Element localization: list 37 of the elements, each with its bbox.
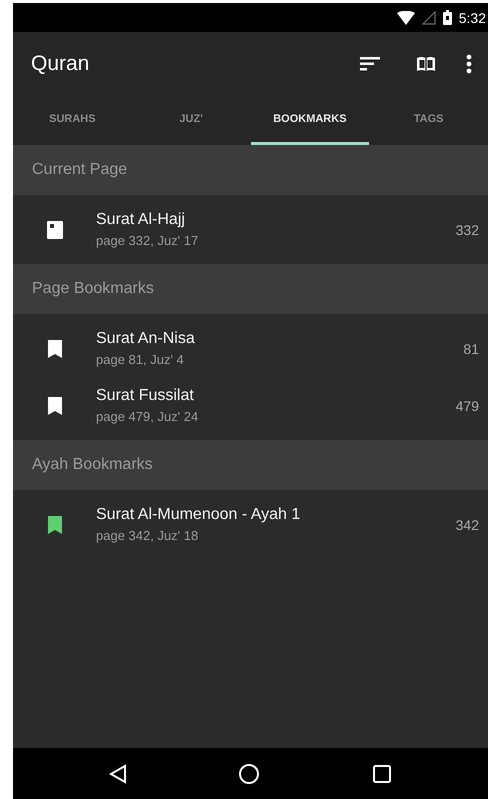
signal-icon (422, 10, 436, 24)
bookmark-item[interactable]: Surat An-Nisa page 81, Juz' 4 81 (13, 320, 488, 377)
page-info: page 332, Juz' 17 (96, 233, 200, 248)
sort-icon[interactable] (360, 56, 380, 70)
surah-name: Surat Al-Mumenoon - Ayah 1 (96, 506, 302, 524)
app-title: Quran (31, 52, 90, 76)
page-info: page 342, Juz' 18 (96, 528, 200, 543)
battery-icon (442, 10, 452, 25)
tab[interactable]: SURAHS (13, 95, 132, 145)
page-number: 342 (456, 516, 479, 532)
tab[interactable]: TAGS (369, 95, 488, 145)
bookmark-icon (47, 340, 63, 358)
page-icon (47, 220, 63, 238)
recents-icon[interactable] (372, 764, 392, 784)
surah-name: Surat Fussilat (96, 387, 195, 405)
bookmark-icon (47, 516, 63, 534)
section-header: Page Bookmarks (13, 264, 488, 314)
page-number: 479 (456, 398, 479, 414)
section-header: Current Page (13, 145, 488, 195)
home-icon[interactable] (238, 762, 260, 784)
page-info: page 479, Juz' 24 (96, 409, 200, 424)
section-header: Ayah Bookmarks (13, 440, 488, 490)
wifi-icon (396, 10, 415, 24)
tab[interactable]: JUZ' (132, 95, 250, 145)
page-number: 332 (456, 222, 479, 238)
surah-name: Surat Al-Hajj (96, 211, 186, 229)
book-icon[interactable] (416, 56, 436, 72)
bookmark-item[interactable]: Surat Fussilat page 479, Juz' 24 479 (13, 377, 488, 434)
back-icon[interactable] (108, 764, 127, 784)
page-number: 81 (463, 340, 479, 356)
bookmark-item[interactable]: Surat Al-Mumenoon - Ayah 1 page 342, Juz' 18 342 (13, 496, 488, 553)
surah-name: Surat An-Nisa (96, 330, 196, 348)
clock-time: 5:32 (458, 10, 486, 26)
page-info: page 81, Juz' 4 (96, 352, 185, 367)
bookmark-icon (47, 396, 63, 414)
bookmark-item[interactable]: Surat Al-Hajj page 332, Juz' 17 332 (13, 201, 488, 258)
more-options-icon[interactable] (466, 54, 472, 74)
